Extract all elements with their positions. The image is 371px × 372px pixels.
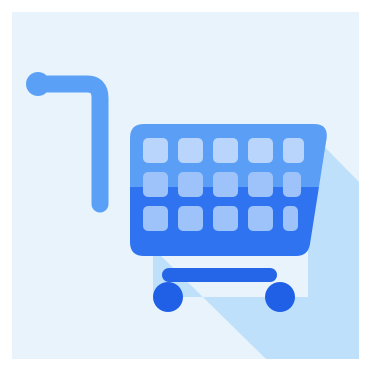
basket-grid-cell (248, 172, 273, 197)
basket-grid-cell (143, 206, 168, 231)
page-canvas (0, 0, 371, 372)
basket-grid-cell (283, 172, 301, 197)
basket-grid-cell (248, 206, 273, 231)
basket-grid-cell (213, 172, 238, 197)
basket-grid-cell (178, 206, 203, 231)
basket-grid-cell (283, 206, 298, 231)
cart-base-bar (162, 268, 277, 282)
basket-grid-cell (178, 172, 203, 197)
right-wheel (265, 282, 295, 312)
basket-grid-cell (143, 138, 168, 163)
basket-grid-cell (213, 138, 238, 163)
basket-grid-cell (178, 138, 203, 163)
icon-tile (12, 12, 359, 359)
left-wheel (153, 282, 183, 312)
shopping-cart-icon (12, 12, 359, 359)
basket-grid-cell (248, 138, 273, 163)
basket-grid-cell (283, 138, 304, 163)
handle-grip (26, 72, 50, 96)
basket-grid-cell (213, 206, 238, 231)
basket-grid-cell (143, 172, 168, 197)
